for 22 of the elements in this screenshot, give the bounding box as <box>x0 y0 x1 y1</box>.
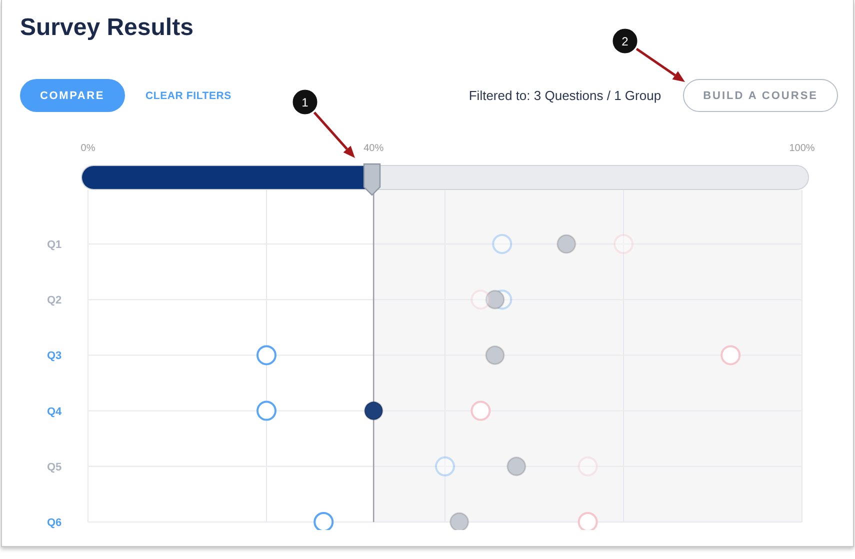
question-label[interactable]: Q3 <box>47 350 62 362</box>
callout-arrow <box>636 48 685 82</box>
callout-number: 1 <box>302 96 308 110</box>
question-label[interactable]: Q1 <box>47 239 62 251</box>
callout-marker <box>611 27 639 55</box>
axis-tick-label: 40% <box>364 142 384 156</box>
axis-tick-label: 0% <box>80 142 96 156</box>
filter-summary: Filtered to: 3 Questions / 1 Group <box>468 88 662 103</box>
page-title: Survey Results <box>20 13 194 43</box>
build-course-button[interactable]: BUILD A COURSE <box>683 79 838 112</box>
question-label[interactable]: Q2 <box>47 294 62 307</box>
slider-handle[interactable] <box>362 163 382 196</box>
question-label[interactable]: Q6 <box>47 517 62 529</box>
question-label[interactable]: Q5 <box>47 461 62 474</box>
axis-tick-label: 100% <box>789 142 815 156</box>
callout-arrow <box>313 112 355 158</box>
clear-filters-link[interactable]: CLEAR FILTERS <box>146 90 232 102</box>
slider-track[interactable] <box>81 165 809 190</box>
question-label[interactable]: Q4 <box>47 406 62 418</box>
compare-button[interactable]: COMPARE <box>20 79 125 112</box>
callout-number: 2 <box>622 34 628 48</box>
callout-marker <box>291 88 319 116</box>
